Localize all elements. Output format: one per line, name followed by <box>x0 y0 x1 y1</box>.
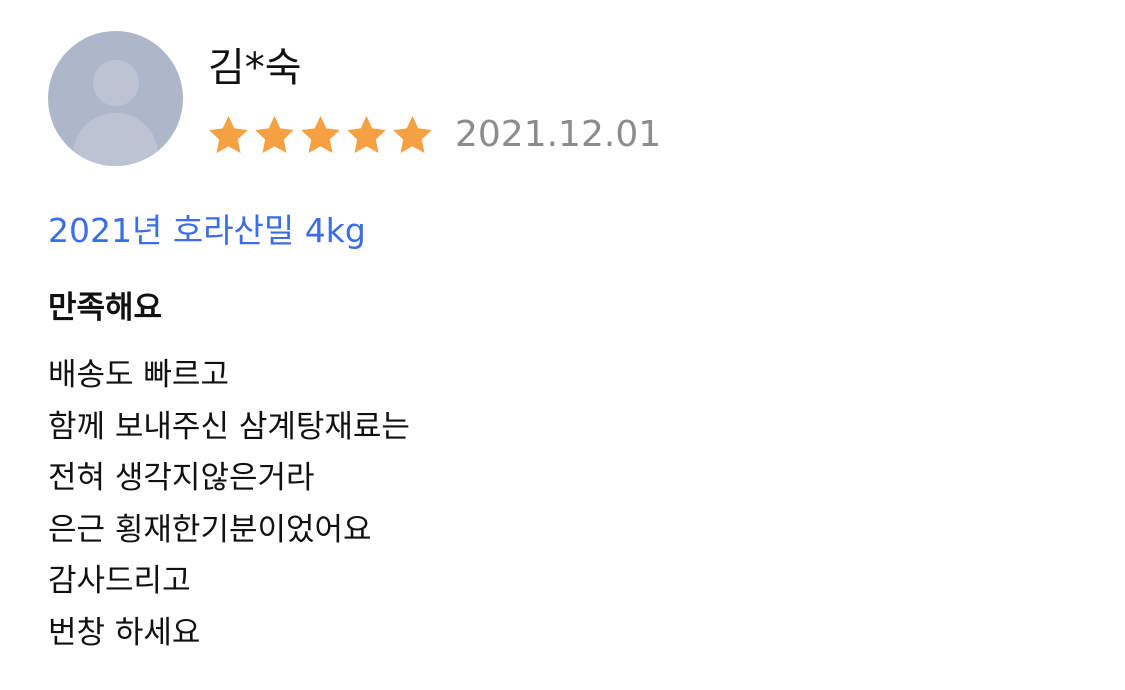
star-icon <box>255 115 294 153</box>
review-body-line: 감사드리고 <box>48 563 191 599</box>
star-rating <box>206 112 436 158</box>
review-body-line: 은근 횡재한기분이었어요 <box>48 511 372 548</box>
review-title: 만족해요 <box>48 290 163 326</box>
avatar-body-shape <box>73 113 158 166</box>
product-option-link[interactable]: 2021년 호라산밀 4kg <box>48 207 366 255</box>
star-icon <box>347 115 386 153</box>
avatar-head-shape <box>93 60 139 106</box>
review-body-line: 전혀 생각지않은거라 <box>48 460 315 496</box>
star-icon <box>301 115 340 153</box>
review-body-line: 함께 보내주신 삼계탕재료는 <box>48 408 410 445</box>
review-body: 배송도 빠르고 함께 보내주신 삼계탕재료는 전혀 생각지않은거라 은근 횡재한… <box>48 350 410 659</box>
review-card: 김*숙 2021.12.01 2021년 호라산밀 4kg 만족해요 배송도 빠… <box>0 0 1125 690</box>
star-icon <box>393 115 432 153</box>
review-body-line: 번창 하세요 <box>48 614 201 651</box>
star-icon <box>209 115 248 153</box>
review-body-line: 배송도 빠르고 <box>48 357 229 393</box>
review-date: 2021.12.01 <box>455 114 662 155</box>
avatar <box>48 31 183 166</box>
reviewer-name: 김*숙 <box>208 45 302 91</box>
